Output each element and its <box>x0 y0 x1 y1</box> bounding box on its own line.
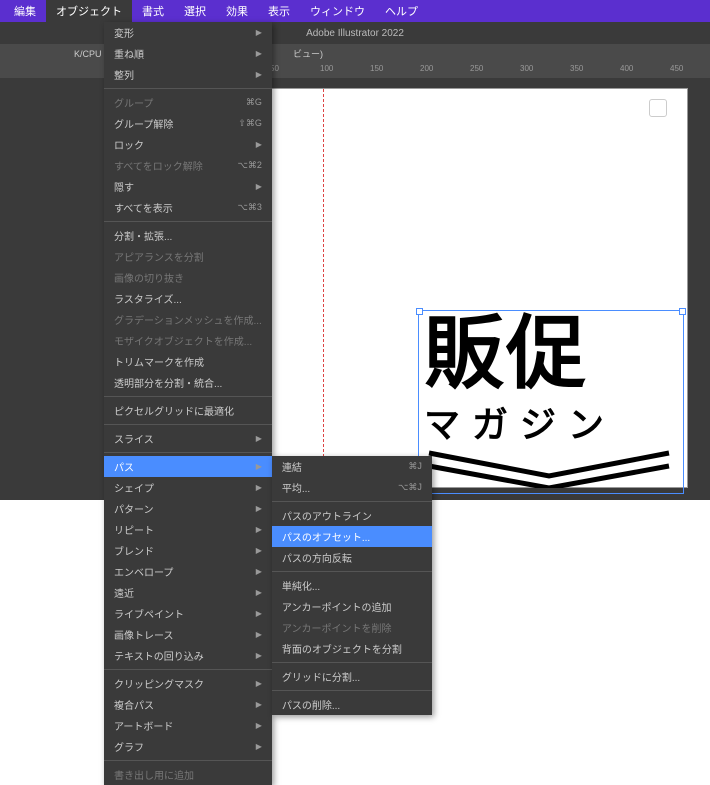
menu-item-パターン[interactable]: パターン▶ <box>104 498 272 519</box>
menu-item-テキストの回り込み[interactable]: テキストの回り込み▶ <box>104 645 272 666</box>
submenu-arrow-icon: ▶ <box>256 28 262 37</box>
menu-ウィンドウ[interactable]: ウィンドウ <box>300 0 375 22</box>
menu-選択[interactable]: 選択 <box>174 0 216 22</box>
menu-表示[interactable]: 表示 <box>258 0 300 22</box>
app-title: Adobe Illustrator 2022 <box>306 28 404 39</box>
submenu-arrow-icon: ▶ <box>256 182 262 191</box>
submenu-arrow-icon: ▶ <box>256 140 262 149</box>
menu-編集[interactable]: 編集 <box>4 0 46 22</box>
submenu-arrow-icon: ▶ <box>256 651 262 660</box>
menu-item-複合パス[interactable]: 複合パス▶ <box>104 694 272 715</box>
menu-item-変形[interactable]: 変形▶ <box>104 22 272 43</box>
submenu-arrow-icon: ▶ <box>256 546 262 555</box>
menu-ヘルプ[interactable]: ヘルプ <box>375 0 428 22</box>
submenu-arrow-icon: ▶ <box>256 434 262 443</box>
guide-vertical[interactable] <box>323 89 324 487</box>
submenu-arrow-icon: ▶ <box>256 588 262 597</box>
ruler-tick: 350 <box>570 64 583 73</box>
menu-item-アピアランスを分割: アピアランスを分割 <box>104 246 272 267</box>
submenu-arrow-icon: ▶ <box>256 483 262 492</box>
menu-書式[interactable]: 書式 <box>132 0 174 22</box>
menu-item-背面のオブジェクトを分割[interactable]: 背面のオブジェクトを分割 <box>272 638 432 659</box>
menu-item-グラフ[interactable]: グラフ▶ <box>104 736 272 757</box>
menu-item-アンカーポイントを削除: アンカーポイントを削除 <box>272 617 432 638</box>
submenu-arrow-icon: ▶ <box>256 504 262 513</box>
menu-item-単純化[interactable]: 単純化... <box>272 575 432 596</box>
menu-item-クリッピングマスク[interactable]: クリッピングマスク▶ <box>104 673 272 694</box>
menu-効果[interactable]: 効果 <box>216 0 258 22</box>
submenu-arrow-icon: ▶ <box>256 721 262 730</box>
menu-item-ライブペイント[interactable]: ライブペイント▶ <box>104 603 272 624</box>
menu-item-重ね順[interactable]: 重ね順▶ <box>104 43 272 64</box>
menu-item-リピート[interactable]: リピート▶ <box>104 519 272 540</box>
menu-item-ロック[interactable]: ロック▶ <box>104 134 272 155</box>
menu-オブジェクト[interactable]: オブジェクト <box>46 0 132 22</box>
menu-item-ブレンド[interactable]: ブレンド▶ <box>104 540 272 561</box>
menu-item-分割・拡張[interactable]: 分割・拡張... <box>104 225 272 246</box>
menu-item-トリムマークを作成[interactable]: トリムマークを作成 <box>104 351 272 372</box>
menu-item-ラスタライズ[interactable]: ラスタライズ... <box>104 288 272 309</box>
menu-item-すべてを表示[interactable]: すべてを表示⌥⌘3 <box>104 197 272 218</box>
submenu-arrow-icon: ▶ <box>256 567 262 576</box>
menu-item-すべてをロック解除: すべてをロック解除⌥⌘2 <box>104 155 272 176</box>
menu-item-透明部分を分割・統合[interactable]: 透明部分を分割・統合... <box>104 372 272 393</box>
menubar: 編集オブジェクト書式選択効果表示ウィンドウヘルプ <box>0 0 710 22</box>
menu-item-平均[interactable]: 平均...⌥⌘J <box>272 477 432 498</box>
ruler-tick: 250 <box>470 64 483 73</box>
menu-item-パスの削除[interactable]: パスの削除... <box>272 694 432 715</box>
submenu-arrow-icon: ▶ <box>256 679 262 688</box>
corner-mark <box>649 99 667 117</box>
menu-item-グループ: グループ⌘G <box>104 92 272 113</box>
ruler-tick: 150 <box>370 64 383 73</box>
menu-item-整列[interactable]: 整列▶ <box>104 64 272 85</box>
menu-item-パスのオフセット[interactable]: パスのオフセット... <box>272 526 432 547</box>
submenu-arrow-icon: ▶ <box>256 609 262 618</box>
menu-item-パス[interactable]: パス▶ <box>104 456 272 477</box>
selection-bbox <box>418 310 684 494</box>
menu-item-画像の切り抜き: 画像の切り抜き <box>104 267 272 288</box>
submenu-arrow-icon: ▶ <box>256 742 262 751</box>
selected-artwork[interactable]: 販促 マガジン <box>424 316 678 488</box>
menu-item-遠近[interactable]: 遠近▶ <box>104 582 272 603</box>
menu-item-画像トレース[interactable]: 画像トレース▶ <box>104 624 272 645</box>
menu-item-シェイプ[interactable]: シェイプ▶ <box>104 477 272 498</box>
menu-item-パスの方向反転[interactable]: パスの方向反転 <box>272 547 432 568</box>
menu-item-グループ解除[interactable]: グループ解除⇧⌘G <box>104 113 272 134</box>
menu-item-アートボード[interactable]: アートボード▶ <box>104 715 272 736</box>
menu-item-ピクセルグリッドに最適化[interactable]: ピクセルグリッドに最適化 <box>104 400 272 421</box>
submenu-arrow-icon: ▶ <box>256 700 262 709</box>
submenu-arrow-icon: ▶ <box>256 49 262 58</box>
submenu-arrow-icon: ▶ <box>256 525 262 534</box>
path-submenu[interactable]: 連結⌘J平均...⌥⌘J パスのアウトラインパスのオフセット...パスの方向反転単… <box>272 456 432 715</box>
submenu-arrow-icon: ▶ <box>256 630 262 639</box>
menu-item-隠す[interactable]: 隠す▶ <box>104 176 272 197</box>
menu-item-エンベロープ[interactable]: エンベロープ▶ <box>104 561 272 582</box>
ruler-tick: 400 <box>620 64 633 73</box>
menu-item-スライス[interactable]: スライス▶ <box>104 428 272 449</box>
view-mode-label: ビュー) <box>293 47 323 60</box>
ruler-tick: 450 <box>670 64 683 73</box>
menu-item-連結[interactable]: 連結⌘J <box>272 456 432 477</box>
menu-item-グリッドに分割[interactable]: グリッドに分割... <box>272 666 432 687</box>
menu-item-パスのアウトライン[interactable]: パスのアウトライン <box>272 505 432 526</box>
ruler-tick: 300 <box>520 64 533 73</box>
menu-item-グラデーションメッシュを作成: グラデーションメッシュを作成... <box>104 309 272 330</box>
ruler-tick: 100 <box>320 64 333 73</box>
menu-item-書き出し用に追加: 書き出し用に追加 <box>104 764 272 785</box>
ruler-tick: 200 <box>420 64 433 73</box>
submenu-arrow-icon: ▶ <box>256 70 262 79</box>
menu-item-モザイクオブジェクトを作成: モザイクオブジェクトを作成... <box>104 330 272 351</box>
menu-item-アンカーポイントの追加[interactable]: アンカーポイントの追加 <box>272 596 432 617</box>
submenu-arrow-icon: ▶ <box>256 462 262 471</box>
object-menu-dropdown[interactable]: 変形▶重ね順▶整列▶ グループ⌘Gグループ解除⇧⌘Gロック▶すべてをロック解除⌥⌘… <box>104 22 272 785</box>
